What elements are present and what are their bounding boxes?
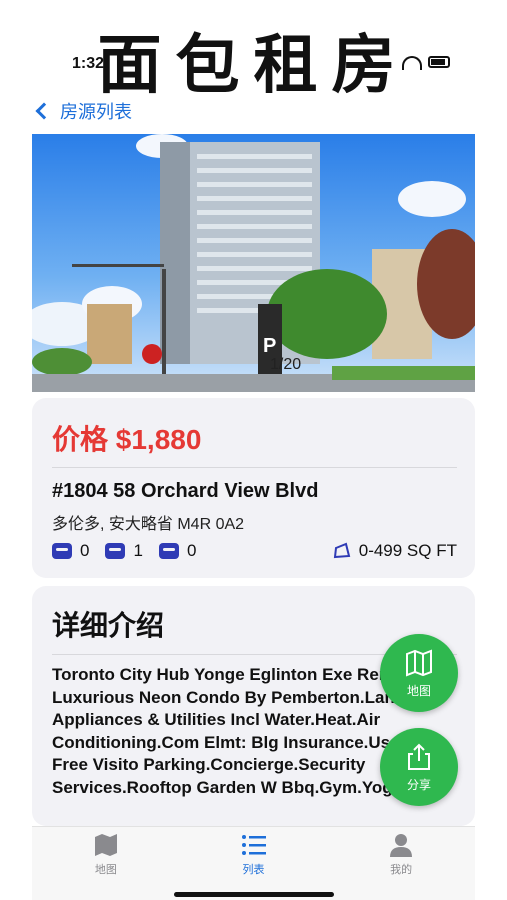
tab-label: 我的 bbox=[390, 864, 413, 876]
area-info: 0-499 SQ FT bbox=[333, 541, 457, 561]
home-indicator bbox=[174, 892, 334, 897]
tab-bar: 地图 列表 我的 bbox=[32, 826, 475, 900]
tab-profile[interactable]: 我的 bbox=[327, 827, 475, 900]
svg-text:P: P bbox=[263, 335, 276, 357]
address: #1804 58 Orchard View Blvd bbox=[52, 480, 319, 502]
bed-icon bbox=[52, 543, 72, 559]
list-icon bbox=[241, 835, 266, 855]
building-illustration: P bbox=[32, 134, 475, 392]
price: 价格 $1,880 bbox=[52, 424, 202, 455]
person-icon bbox=[390, 834, 413, 857]
bathrooms-count: 1 bbox=[133, 541, 143, 560]
region: 多伦多, 安大略省 M4R 0A2 bbox=[52, 516, 245, 533]
car-icon bbox=[158, 543, 179, 559]
wifi-icon bbox=[402, 56, 422, 70]
area-icon bbox=[333, 542, 350, 559]
tab-label: 列表 bbox=[242, 864, 265, 876]
map-fab-button[interactable]: 地图 bbox=[380, 634, 458, 712]
divider bbox=[52, 467, 457, 468]
area-value: 0-499 SQ FT bbox=[358, 541, 457, 560]
share-icon bbox=[408, 743, 430, 770]
tab-label: 地图 bbox=[94, 864, 117, 876]
map-icon bbox=[94, 834, 117, 856]
share-fab-label: 分享 bbox=[406, 777, 431, 792]
price-card: 价格 $1,880 #1804 58 Orchard View Blvd 多伦多… bbox=[32, 398, 475, 578]
amenities-row: 0 1 0 bbox=[52, 541, 204, 561]
map-fab-label: 地图 bbox=[406, 683, 431, 698]
bath-icon bbox=[105, 543, 126, 559]
photo-counter: 1/20 bbox=[270, 356, 302, 373]
status-icons bbox=[402, 56, 450, 70]
listing-photo[interactable]: P 1/20 bbox=[32, 134, 475, 392]
bedrooms-count: 0 bbox=[80, 541, 90, 560]
battery-icon bbox=[428, 56, 450, 68]
detail-title: 详细介绍 bbox=[52, 610, 165, 641]
share-fab-button[interactable]: 分享 bbox=[380, 728, 458, 806]
tab-map[interactable]: 地图 bbox=[32, 827, 180, 900]
tab-list[interactable]: 列表 bbox=[180, 827, 328, 900]
map-icon bbox=[406, 649, 432, 676]
parking-count: 0 bbox=[186, 541, 197, 560]
